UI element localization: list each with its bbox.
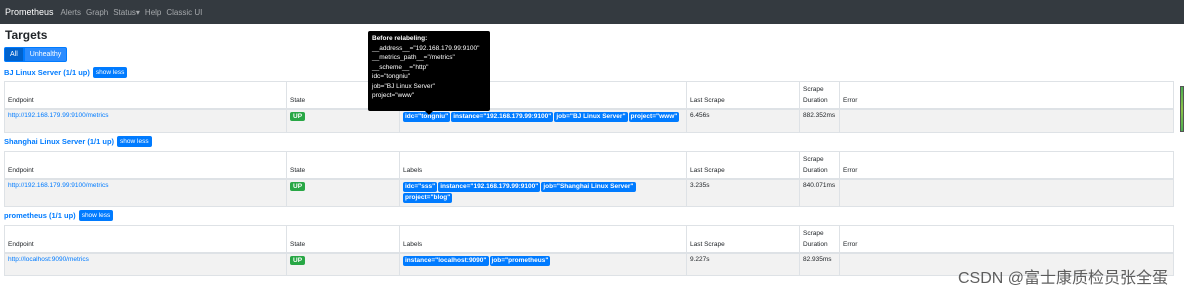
nav-graph[interactable]: Graph [86,8,108,17]
filter-unhealthy-button[interactable]: Unhealthy [23,47,68,62]
col-error: Error [839,224,1174,254]
col-endpoint: Endpoint [4,81,287,110]
target-label[interactable]: idc="sss" [403,181,438,192]
top-navbar: Prometheus Alerts Graph Status▾ Help Cla… [0,0,1184,24]
state-badge: UP [290,112,306,121]
labels-cell: idc="tongniu" instance="192.168.179.99:91… [399,108,687,133]
col-scrape-duration-line1: Scrape [803,155,824,163]
col-scrape-duration-line2: Duration [803,240,828,248]
endpoint-link[interactable]: http://192.168.179.99:9100/metrics [8,112,108,119]
table-row: http://192.168.179.99:9100/metrics UP id… [4,178,1174,207]
col-scrape-duration: Scrape Duration [799,224,840,254]
col-last-scrape: Last Scrape [686,81,800,110]
table-row: http://192.168.179.99:9100/metrics UP id… [4,108,1174,133]
side-scrollbar[interactable] [1180,86,1184,132]
endpoint-link[interactable]: http://localhost:9090/metrics [8,256,89,263]
nav-classic-ui[interactable]: Classic UI [166,8,202,17]
last-scrape-value: 6.456s [686,108,800,133]
col-labels: Labels [399,150,687,180]
target-pool: Shanghai Linux Server (1/1 up) show less… [4,135,1179,207]
pool-name-link[interactable]: Shanghai Linux Server (1/1 up) [4,137,114,146]
col-endpoint: Endpoint [4,224,287,254]
target-label[interactable]: job="BJ Linux Server" [554,112,628,122]
col-error: Error [839,150,1174,180]
col-scrape-duration: Scrape Duration [799,150,840,180]
brand-link[interactable]: Prometheus [5,7,54,17]
target-pools: BJ Linux Server (1/1 up) show less Endpo… [4,65,1179,276]
col-scrape-duration-line1: Scrape [803,229,824,237]
error-value [839,178,1174,207]
labels-cell: instance="localhost:9090" job="prometheus… [399,252,687,276]
col-scrape-duration-line2: Duration [803,166,828,174]
pool-name-link[interactable]: BJ Linux Server (1/1 up) [4,68,90,77]
filter-group: All Unhealthy [4,47,1179,62]
target-label[interactable]: project="www" [628,112,680,122]
target-label[interactable]: instance="192.168.179.99:9100" [451,112,554,122]
tooltip-arrow [425,111,433,115]
col-state: State [286,150,400,180]
col-last-scrape: Last Scrape [686,224,800,254]
state-badge: UP [290,181,306,191]
nav-status-dropdown[interactable]: Status▾ [113,8,140,17]
show-less-button[interactable]: show less [78,210,114,221]
col-scrape-duration-line1: Scrape [803,86,824,93]
pool-header: Shanghai Linux Server (1/1 up) show less [4,135,1179,149]
col-scrape-duration: Scrape Duration [799,81,840,110]
watermark: CSDN @富士康质检员张全蛋 [957,270,1168,287]
labels-cell: idc="sss" instance="192.168.179.99:9100" j… [399,178,687,207]
relabel-tooltip: Before relabeling: __address__="192.168.… [368,31,490,111]
target-label[interactable]: instance="192.168.179.99:9100" [438,181,541,192]
col-error: Error [839,81,1174,110]
pool-header: prometheus (1/1 up) show less [4,209,1179,223]
tooltip-line: job="BJ Linux Server" [372,82,435,90]
tooltip-line: project="www" [372,92,415,99]
table-header-row: Endpoint State Labels Last Scrape Scrape… [4,150,1174,180]
scrape-duration-value: 882.352ms [799,108,840,133]
tooltip-line: __metrics_path__="/metrics" [372,54,455,61]
show-less-button[interactable]: show less [117,136,152,147]
tooltip-line: idc="tongniu" [372,73,411,80]
table-header-row: Endpoint State Labels Last Scrape Scrape… [4,81,1174,110]
col-endpoint: Endpoint [4,150,287,180]
targets-table: Endpoint State Labels Last Scrape Scrape… [4,81,1174,133]
tooltip-line: __address__="192.168.179.99:9100" [372,44,480,52]
col-labels: Labels [399,224,687,254]
nav-alerts[interactable]: Alerts [61,8,81,17]
tooltip-line: __scheme__="http" [372,63,429,71]
target-label[interactable]: job="prometheus" [489,255,551,266]
table-header-row: Endpoint State Labels Last Scrape Scrape… [4,224,1174,254]
col-scrape-duration-line2: Duration [803,97,828,104]
col-last-scrape: Last Scrape [686,150,800,180]
target-pool: BJ Linux Server (1/1 up) show less Endpo… [4,65,1179,133]
nav-help[interactable]: Help [145,8,161,17]
scrape-duration-value: 840.071ms [799,178,840,207]
scrape-duration-value: 82.935ms [799,252,840,276]
last-scrape-value: 3.235s [686,178,800,207]
error-value [839,108,1174,133]
state-badge: UP [290,255,306,265]
last-scrape-value: 9.227s [686,252,800,276]
show-less-button[interactable]: show less [92,66,128,78]
filter-all-button[interactable]: All [4,47,24,62]
tooltip-title: Before relabeling: [372,35,428,42]
pool-name-link[interactable]: prometheus (1/1 up) [4,211,76,220]
targets-table: Endpoint State Labels Last Scrape Scrape… [4,150,1174,207]
col-state: State [286,224,400,254]
target-label[interactable]: instance="localhost:9090" [403,255,489,266]
target-label[interactable]: job="Shanghai Linux Server" [541,181,636,192]
pool-header: BJ Linux Server (1/1 up) show less [4,65,1179,79]
target-label[interactable]: project="blog" [403,192,453,203]
main-content: Targets All Unhealthy BJ Linux Server (1… [0,24,1184,276]
endpoint-link[interactable]: http://192.168.179.99:9100/metrics [8,182,108,189]
page-title: Targets [5,28,48,42]
